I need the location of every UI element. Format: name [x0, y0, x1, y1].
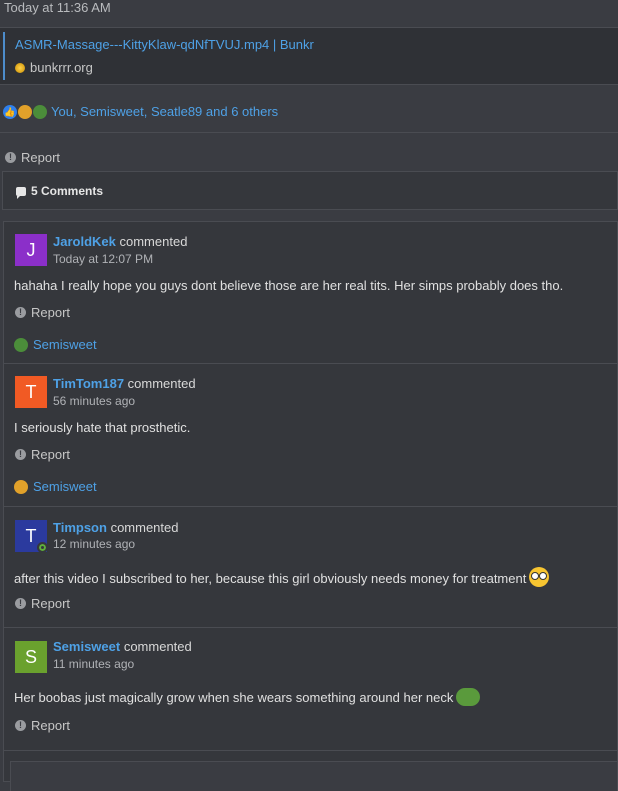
comment-header: Timpson commented — [53, 520, 178, 535]
comment-username[interactable]: Timpson — [53, 520, 107, 535]
report-label: Report — [31, 596, 71, 611]
link-host-text: bunkrrr.org — [30, 60, 93, 75]
comment-item: S Semisweet commented 11 minutes ago Her… — [4, 628, 617, 751]
site-favicon-icon — [15, 63, 25, 73]
comment-item: J JaroldKek commented Today at 12:07 PM … — [4, 222, 617, 364]
avatar[interactable]: T — [15, 520, 48, 553]
comment-report-link[interactable]: ! Report — [15, 718, 70, 733]
link-host: bunkrrr.org — [15, 60, 93, 75]
comment-item: T TimTom187 commented 56 minutes ago I s… — [4, 364, 617, 507]
post-report-link[interactable]: ! Report — [5, 150, 60, 165]
avatar[interactable]: T — [15, 376, 47, 408]
comment-text: Her boobas just magically grow when she … — [14, 690, 454, 705]
pepe-icon — [14, 337, 28, 352]
comment-body: Her boobas just magically grow when she … — [14, 688, 481, 706]
comment-reactions[interactable]: Semisweet — [14, 337, 97, 352]
comment-time[interactable]: 56 minutes ago — [53, 394, 135, 408]
comment-text: after this video I subscribed to her, be… — [14, 571, 527, 586]
comment-action: commented — [127, 376, 196, 391]
post-reactions[interactable]: 👍 You, Semisweet, Seatle89 and 6 others — [3, 104, 278, 119]
comments-count-label: 5 Comments — [31, 184, 104, 198]
comment-time[interactable]: 11 minutes ago — [53, 657, 134, 671]
comment-header: TimTom187 commented — [53, 376, 196, 391]
report-icon: ! — [15, 720, 26, 731]
comment-bubble-icon — [16, 186, 26, 199]
comment-time[interactable]: 12 minutes ago — [53, 537, 135, 551]
comment-reactions[interactable]: Semisweet — [14, 479, 97, 494]
post-timestamp: Today at 11:36 AM — [4, 0, 111, 15]
divider — [0, 132, 618, 133]
comment-body: I seriously hate that prosthetic. — [14, 420, 191, 435]
comment-reply-box[interactable] — [10, 761, 618, 791]
medal-icon — [18, 104, 32, 119]
comment-username[interactable]: TimTom187 — [53, 376, 124, 391]
report-label: Report — [31, 447, 71, 462]
report-label: Report — [31, 718, 71, 733]
link-preview-card[interactable]: ASMR-Massage---KittyKlaw-qdNfTVUJ.mp4 | … — [0, 27, 618, 85]
reaction-users-link[interactable]: You, Semisweet, Seatle89 and 6 others — [51, 104, 278, 119]
comment-username[interactable]: JaroldKek — [53, 234, 116, 249]
comment-item: T Timpson commented 12 minutes ago after… — [4, 507, 617, 628]
avatar[interactable]: J — [15, 234, 47, 266]
comment-action: commented — [110, 520, 179, 535]
pepe-icon — [33, 104, 47, 119]
link-title[interactable]: ASMR-Massage---KittyKlaw-qdNfTVUJ.mp4 | … — [15, 37, 314, 52]
reaction-user[interactable]: Semisweet — [33, 337, 97, 352]
comment-header: JaroldKek commented — [53, 234, 187, 249]
report-label: Report — [21, 150, 61, 165]
report-icon: ! — [5, 152, 16, 163]
online-status-icon — [37, 542, 48, 553]
comment-body: hahaha I really hope you guys dont belie… — [14, 278, 564, 293]
reaction-user[interactable]: Semisweet — [33, 479, 97, 494]
comment-action: commented — [123, 639, 192, 654]
comments-count: 5 Comments — [16, 184, 104, 199]
report-icon: ! — [15, 598, 26, 609]
comment-body: after this video I subscribed to her, be… — [14, 567, 550, 587]
medal-icon — [14, 479, 28, 494]
like-icon: 👍 — [3, 104, 17, 119]
avatar-letter: T — [25, 526, 37, 546]
report-icon: ! — [15, 307, 26, 318]
comment-action: commented — [119, 234, 188, 249]
link-accent-bar — [3, 32, 5, 80]
comment-report-link[interactable]: ! Report — [15, 305, 70, 320]
pepe-icon — [456, 688, 481, 706]
comment-time[interactable]: Today at 12:07 PM — [53, 252, 153, 266]
comments-toggle[interactable]: 5 Comments — [2, 171, 618, 210]
comment-list: J JaroldKek commented Today at 12:07 PM … — [3, 221, 618, 782]
comment-report-link[interactable]: ! Report — [15, 447, 70, 462]
avatar[interactable]: S — [15, 641, 47, 673]
report-icon: ! — [15, 449, 26, 460]
flushed-face-icon — [529, 567, 550, 587]
comment-report-link[interactable]: ! Report — [15, 596, 70, 611]
comment-username[interactable]: Semisweet — [53, 639, 120, 654]
comment-header: Semisweet commented — [53, 639, 192, 654]
report-label: Report — [31, 305, 71, 320]
